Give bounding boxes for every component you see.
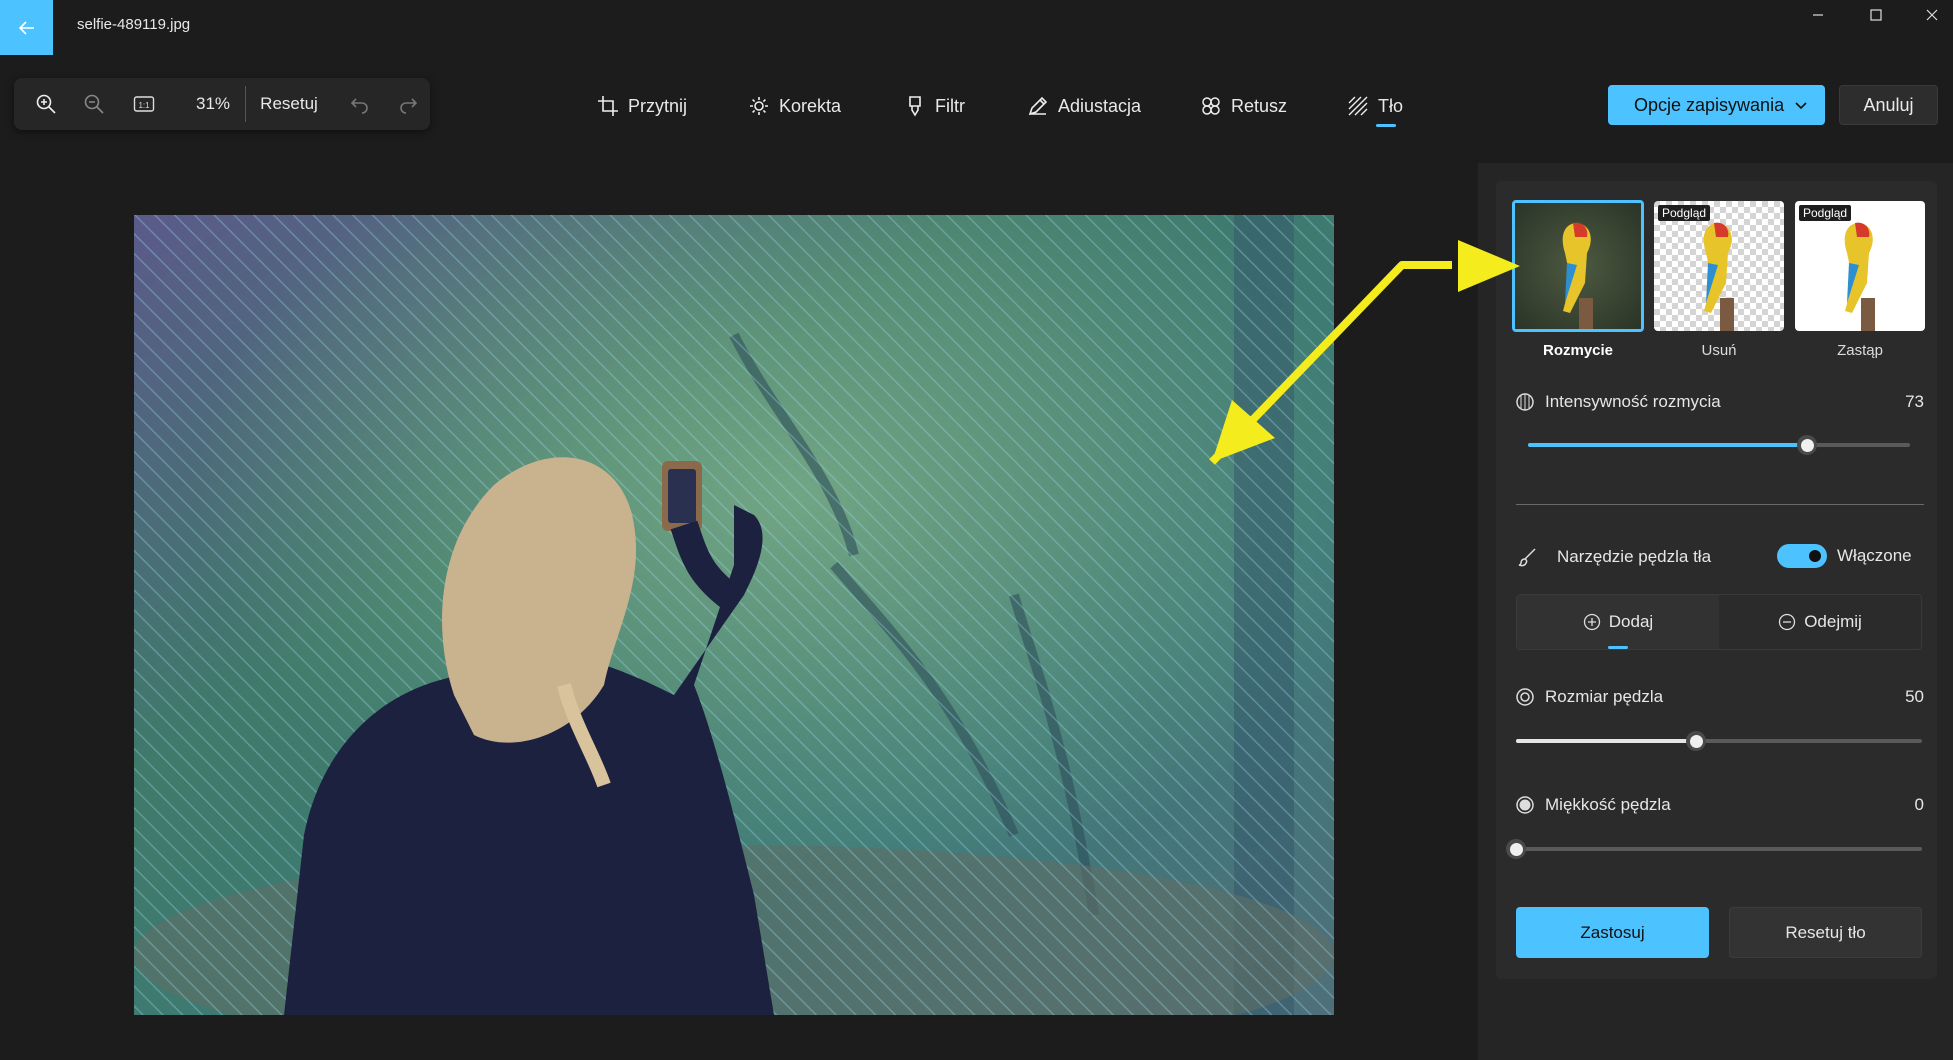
photo-canvas[interactable] — [134, 215, 1334, 1015]
brush-tool-state: Włączone — [1837, 546, 1912, 565]
cancel-button[interactable]: Anuluj — [1839, 85, 1938, 125]
save-options-label: Opcje zapisywania — [1634, 94, 1785, 115]
maximize-icon — [1870, 9, 1882, 21]
tab-label: Korekta — [779, 95, 842, 116]
tab-label: Retusz — [1231, 95, 1288, 116]
minimize-button[interactable] — [1787, 0, 1849, 30]
brush-tool-row: Narzędzie pędzla tła — [1517, 546, 1711, 568]
mode-blur-thumbnail[interactable] — [1512, 200, 1644, 332]
softness-icon — [1516, 796, 1534, 814]
blur-intensity-slider[interactable] — [1528, 443, 1910, 447]
tab-label: Tło — [1378, 95, 1404, 116]
maximize-button[interactable] — [1845, 0, 1907, 30]
mode-replace-thumbnail[interactable]: Podgląd — [1795, 201, 1925, 331]
slider-fill — [1528, 443, 1807, 447]
blur-intensity-value: 73 — [1905, 392, 1924, 411]
subtract-label: Odejmij — [1804, 612, 1862, 631]
selected-tab-indicator — [1376, 124, 1396, 127]
actual-size-button[interactable]: 1:1 — [124, 78, 164, 130]
preview-badge: Podgląd — [1799, 205, 1852, 221]
brush-tool-label: Narzędzie pędzla tła — [1557, 547, 1712, 566]
tab-retouch[interactable]: Retusz — [1200, 92, 1287, 120]
selected-mode-indicator — [1608, 646, 1628, 649]
tab-filter[interactable]: Filtr — [904, 92, 965, 120]
crop-icon — [598, 96, 618, 116]
brush-softness-label: Miękkość pędzla — [1545, 795, 1671, 814]
tab-label: Filtr — [935, 95, 965, 116]
arrow-left-icon — [18, 20, 34, 35]
undo-icon — [350, 98, 368, 114]
blur-intensity-label: Intensywność rozmycia — [1545, 392, 1721, 411]
tab-label: Przytnij — [628, 95, 688, 116]
brush-softness-slider-thumb[interactable] — [1506, 839, 1526, 859]
mode-label-blur: Rozmycie — [1542, 342, 1614, 359]
actual-size-icon: 1:1 — [133, 96, 155, 112]
mode-remove-thumbnail[interactable]: Podgląd — [1654, 201, 1784, 331]
add-label: Dodaj — [1608, 612, 1654, 631]
zoom-in-icon — [36, 94, 56, 114]
apply-button[interactable]: Zastosuj — [1516, 907, 1709, 958]
brush-softness-slider[interactable] — [1516, 847, 1922, 851]
zoom-out-icon — [84, 94, 104, 114]
tab-adjust[interactable]: Korekta — [748, 92, 841, 120]
brush-size-slider-thumb[interactable] — [1686, 731, 1706, 751]
divider — [245, 86, 246, 122]
zoom-in-button[interactable] — [26, 78, 66, 130]
back-button[interactable] — [0, 0, 53, 55]
save-options-button[interactable]: Opcje zapisywania — [1608, 85, 1825, 125]
reset-background-button[interactable]: Resetuj tło — [1729, 907, 1922, 958]
tab-markup[interactable]: Adiustacja — [1027, 92, 1141, 120]
photo-preview — [134, 215, 1334, 1015]
target-icon — [1516, 688, 1534, 706]
brush-size-slider[interactable] — [1516, 739, 1922, 743]
mode-label-replace: Zastąp — [1837, 342, 1883, 359]
svg-text:1:1: 1:1 — [138, 101, 150, 110]
brush-size-value: 50 — [1905, 687, 1924, 706]
brush-size-label: Rozmiar pędzla — [1545, 687, 1664, 706]
background-icon — [1348, 96, 1368, 116]
zoom-level: 31% — [195, 94, 231, 113]
close-button[interactable] — [1901, 0, 1953, 30]
subtract-brush-button[interactable]: Odejmij — [1719, 595, 1921, 649]
minus-circle-icon — [1779, 613, 1796, 631]
window-title: selfie-489119.jpg — [77, 16, 191, 33]
add-brush-button[interactable]: Dodaj — [1517, 595, 1719, 649]
redo-icon — [400, 98, 418, 114]
close-icon — [1926, 9, 1938, 21]
zoom-toolbar: 1:1 31% Resetuj — [14, 78, 430, 130]
blur-intensity-slider-thumb[interactable] — [1797, 435, 1817, 455]
brush-tool-toggle[interactable] — [1777, 544, 1827, 568]
parrot-preview-image — [1515, 203, 1641, 329]
tab-background[interactable]: Tło — [1347, 92, 1403, 120]
retouch-icon — [1202, 97, 1220, 115]
blur-icon — [1516, 393, 1534, 411]
mode-label-remove: Usuń — [1701, 342, 1737, 359]
plus-circle-icon — [1583, 613, 1600, 631]
brightness-icon — [750, 97, 768, 115]
undo-button[interactable] — [342, 78, 378, 130]
minimize-icon — [1813, 14, 1823, 16]
preview-badge: Podgląd — [1658, 205, 1711, 221]
section-divider — [1516, 504, 1924, 505]
zoom-out-button[interactable] — [74, 78, 114, 130]
brush-size-row: Rozmiar pędzla — [1515, 687, 1663, 707]
reset-button[interactable]: Resetuj — [254, 78, 324, 130]
pencil-icon — [1028, 96, 1048, 116]
redo-button[interactable] — [390, 78, 426, 130]
tab-crop[interactable]: Przytnij — [597, 92, 687, 120]
filter-icon — [909, 96, 921, 117]
chevron-down-icon — [1795, 102, 1807, 110]
brush-icon — [1518, 548, 1536, 567]
slider-fill — [1516, 739, 1696, 743]
brush-softness-row: Miękkość pędzla — [1515, 795, 1671, 815]
brush-softness-value: 0 — [1914, 795, 1924, 814]
blur-intensity-row: Intensywność rozmycia — [1515, 392, 1721, 412]
tab-label: Adiustacja — [1058, 95, 1142, 116]
